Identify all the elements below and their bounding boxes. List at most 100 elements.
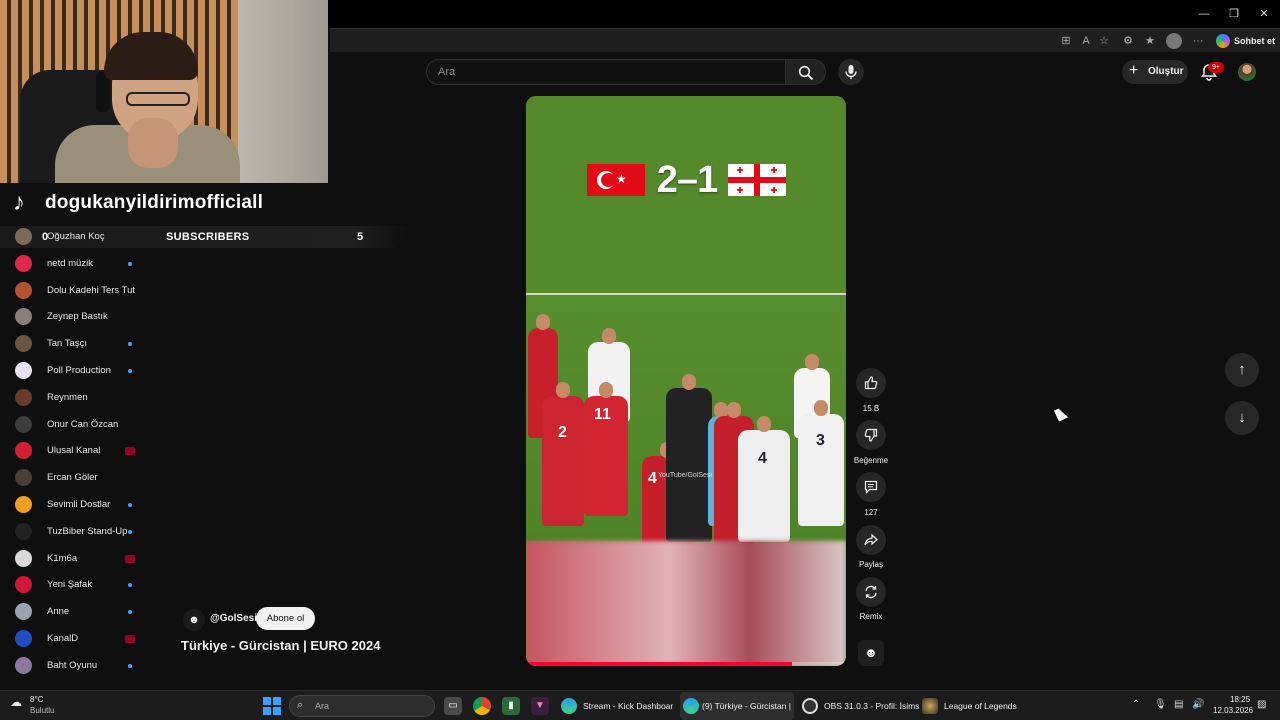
channel-avatar — [15, 362, 32, 379]
channel-logo-icon: ☻ — [864, 645, 878, 660]
channel-thumbnail-button[interactable]: ☻ — [858, 640, 884, 666]
account-avatar[interactable] — [1238, 63, 1256, 81]
sidebar-channel-item[interactable]: Sevimli Dostlar — [0, 492, 160, 518]
create-button[interactable]: + Oluştur — [1122, 60, 1188, 84]
search-button[interactable] — [786, 59, 826, 85]
notification-center-icon[interactable]: ▨ — [1257, 699, 1266, 710]
channel-handle[interactable]: @GolSesi — [210, 613, 257, 624]
channel-avatar — [15, 254, 32, 272]
dislike-button[interactable] — [856, 420, 886, 450]
network-icon[interactable]: ▤ — [1174, 699, 1183, 710]
channel-avatar[interactable]: ☻ — [183, 609, 205, 631]
more-options-icon[interactable]: ··· — [1190, 33, 1206, 49]
taskbar-task-obs[interactable]: OBS 31.0.3 - Profil: İsims — [802, 692, 919, 720]
show-hidden-icons-icon[interactable]: ⌃ — [1132, 699, 1140, 710]
like-button[interactable] — [856, 368, 886, 398]
sidebar-channel-item[interactable]: Reynmen — [0, 385, 160, 411]
plus-icon: + — [1129, 62, 1139, 79]
sidebar-channel-item[interactable]: Anne — [0, 599, 160, 625]
sidebar-channel-item[interactable]: Yeni Şafak — [0, 572, 160, 598]
video-title[interactable]: Türkiye - Gürcistan | EURO 2024 — [181, 638, 380, 653]
visual-studio-icon[interactable]: ▼ — [531, 697, 549, 715]
subscribers-count: 5 — [357, 231, 364, 243]
sidebar-channel-item[interactable]: Dolu Kadehi Ters Tut — [0, 278, 160, 304]
weather-description[interactable]: Bulutlu — [30, 706, 54, 715]
close-button[interactable]: ✕ — [1250, 6, 1278, 22]
create-label: Oluştur — [1148, 66, 1184, 77]
remix-button[interactable] — [856, 577, 886, 607]
comment-icon — [864, 480, 878, 494]
player-figure: 3 — [798, 400, 844, 526]
channel-name: Baht Oyunu — [47, 659, 98, 671]
new-content-dot — [128, 663, 132, 668]
search-input[interactable]: Ara — [426, 59, 786, 85]
share-button[interactable] — [856, 525, 886, 555]
taskbar-search-placeholder: Ara — [315, 701, 330, 711]
profile-icon[interactable] — [1166, 33, 1182, 49]
sidebar-channel-item[interactable]: Ulusal Kanal — [0, 438, 160, 464]
sidebar-channel-item[interactable]: Oğuzhan Koç — [0, 224, 160, 250]
clock-time[interactable]: 18:25 — [1230, 695, 1250, 704]
previous-short-button[interactable]: ↑ — [1225, 353, 1259, 387]
copilot-label: Sohbet et — [1234, 36, 1276, 46]
next-short-button[interactable]: ↓ — [1225, 401, 1259, 435]
video-blurred-area — [526, 541, 846, 666]
weather-temperature[interactable]: 8°C — [30, 695, 43, 704]
live-indicator-icon — [125, 635, 135, 643]
sidebar-channel-item[interactable]: Baht Oyunu — [0, 653, 160, 679]
tiktok-username: dogukanyildirimofficiall — [45, 192, 264, 213]
sidebar-channel-item[interactable]: Zeynep Bastık — [0, 304, 160, 330]
share-label: Paylaş — [858, 560, 883, 569]
webcam-hand — [128, 118, 178, 168]
task-view-icon[interactable]: ▭ — [444, 697, 462, 715]
voice-search-button[interactable] — [838, 59, 864, 85]
shorts-video-player[interactable]: ★ 2–1 2 11 4 4 3 YouTube/GolSesi — [526, 96, 846, 666]
restore-button[interactable]: ❐ — [1220, 6, 1248, 22]
channel-name: netd müzik — [47, 257, 93, 269]
channel-avatar — [15, 522, 32, 540]
channel-name: Sevimli Dostlar — [47, 499, 111, 510]
favorites-icon[interactable]: ★ — [1142, 33, 1158, 49]
sidebar-channel-item[interactable]: Tan Taşçı — [0, 331, 160, 357]
subscribe-button[interactable]: Abone ol — [256, 607, 315, 630]
sidebar-channel-item[interactable]: netd müzik — [0, 251, 160, 277]
task-title: Stream - Kick Dashboar — [583, 701, 674, 711]
sidebar-channel-item[interactable]: Onur Can Özcan — [0, 412, 160, 438]
search-icon — [798, 65, 814, 81]
search-icon: ⌕ — [297, 699, 304, 711]
edge-icon — [683, 698, 699, 714]
taskbar-task-kick[interactable]: Stream - Kick Dashboar — [561, 692, 674, 720]
georgia-flag-icon — [728, 164, 786, 196]
clock-date[interactable]: 12.03.2026 — [1213, 706, 1253, 715]
player-figure: 4 — [738, 416, 790, 542]
favorite-star-icon[interactable]: ☆ — [1096, 33, 1112, 49]
new-content-dot — [128, 503, 132, 507]
live-indicator-icon — [125, 554, 135, 563]
player-figure: 2 — [542, 382, 584, 526]
channel-name: Dolu Kadehi Ters Tut — [47, 284, 136, 296]
file-app-icon[interactable]: ▮ — [502, 697, 520, 715]
minimize-button[interactable]: — — [1190, 6, 1218, 22]
taskbar-task-youtube[interactable]: (9) Türkiye - Gürcistan | — [680, 692, 794, 720]
app-available-icon[interactable]: ⊞ — [1058, 33, 1074, 49]
sidebar-channel-item[interactable]: TuzBiber Stand-Up — [0, 519, 160, 545]
copilot-button[interactable]: Sohbet et — [1214, 32, 1276, 50]
turkey-flag-icon: ★ — [587, 164, 645, 196]
sidebar-channel-item[interactable]: Poll Production — [0, 358, 160, 384]
sidebar-channel-item[interactable]: Ercan Göler — [0, 465, 160, 491]
volume-icon[interactable]: 🔊 — [1192, 699, 1204, 710]
chrome-icon[interactable] — [473, 697, 491, 715]
start-button[interactable] — [263, 697, 281, 715]
read-aloud-icon[interactable]: A — [1078, 33, 1094, 49]
share-arrow-icon — [864, 533, 878, 546]
taskbar-search[interactable]: ⌕ Ara — [289, 695, 435, 717]
sidebar-channel-item[interactable]: K1m6a — [0, 546, 160, 572]
remix-icon — [865, 585, 877, 599]
sidebar-channel-item[interactable]: KanalD — [0, 626, 160, 652]
extensions-icon[interactable]: ⚙ — [1120, 33, 1136, 49]
microphone-tray-icon[interactable]: 🎙 — [1154, 699, 1167, 710]
webcam-overlay — [0, 0, 328, 183]
comments-button[interactable] — [856, 472, 886, 502]
taskbar-task-league[interactable]: League of Legends — [922, 692, 1022, 720]
weather-cloud-icon[interactable]: ☁ — [10, 695, 22, 709]
